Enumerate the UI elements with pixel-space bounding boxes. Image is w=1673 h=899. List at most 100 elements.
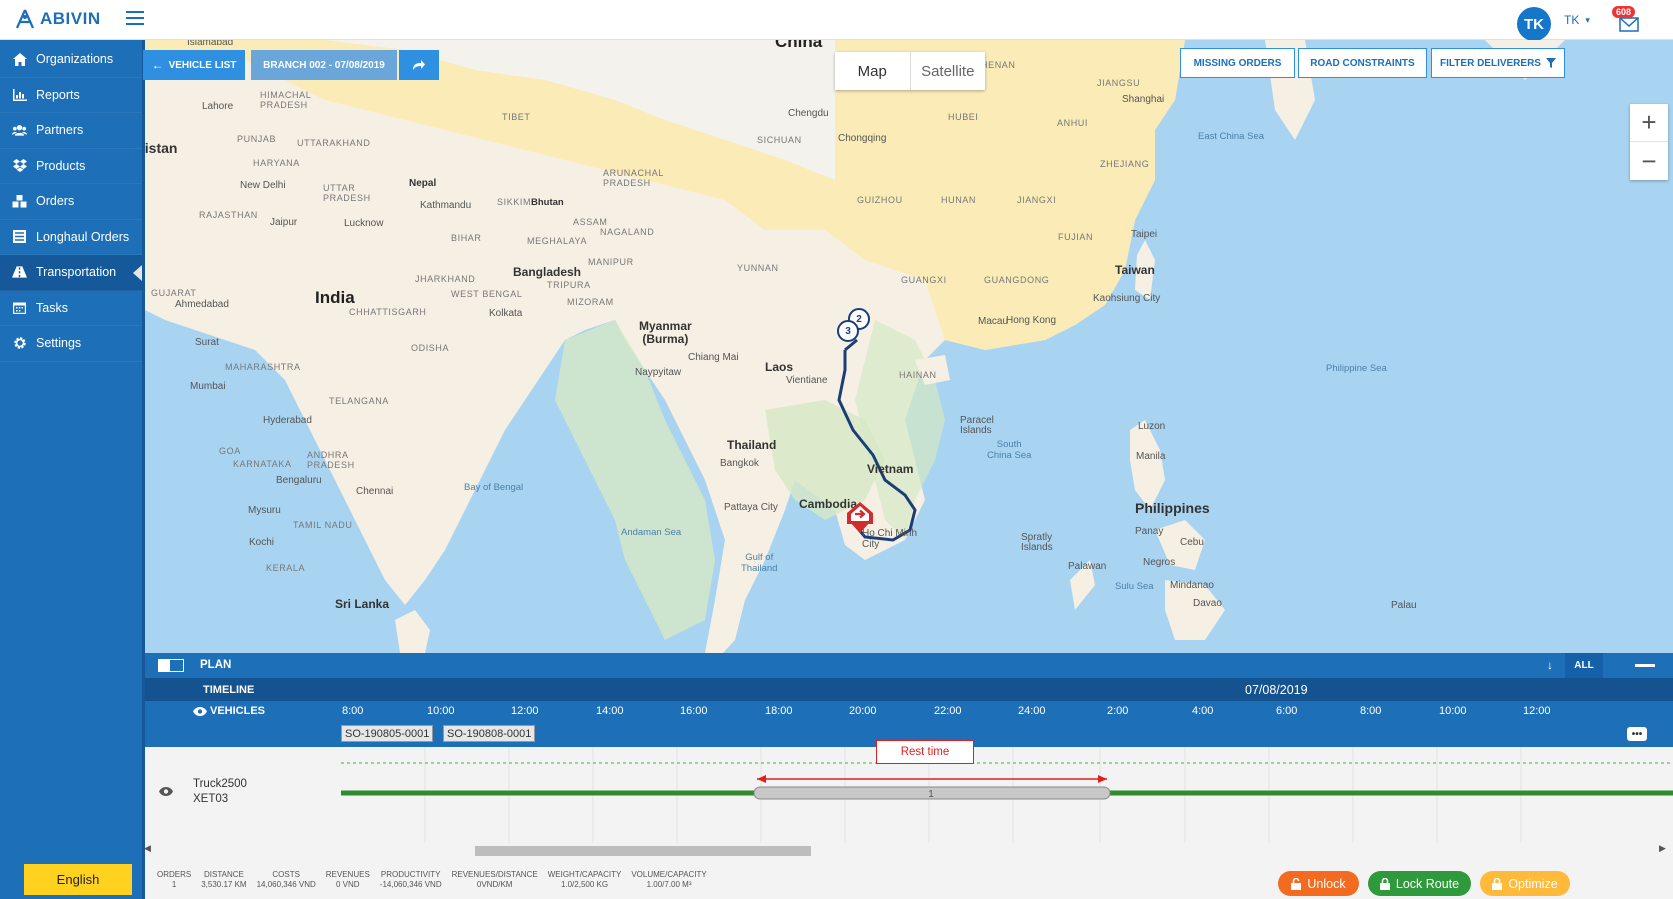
optimize-button[interactable]: Optimize (1480, 871, 1570, 896)
sidebar-item-reports[interactable]: Reports (0, 78, 145, 113)
timeline-hour: 16:00 (680, 705, 708, 717)
map-type-toggle: Map Satellite (835, 52, 985, 90)
timeline-hour: 22:00 (934, 705, 962, 717)
map-city: Mindanao (1170, 580, 1214, 591)
map-city: Kaohsiung City (1093, 293, 1161, 304)
timeline-hour: 14:00 (596, 705, 624, 717)
share-button[interactable] (399, 50, 439, 80)
eye-icon (193, 706, 207, 716)
map-city: Naypyitaw (635, 367, 682, 378)
sidebar-item-orders[interactable]: Orders (0, 184, 145, 220)
avatar[interactable]: TK (1517, 7, 1551, 41)
stat-revenues: REVENUES 0 VND (326, 860, 370, 899)
map-city: Macau (978, 316, 1009, 327)
map-province: GOA (219, 446, 241, 456)
sidebar-item-settings[interactable]: Settings (0, 326, 145, 362)
order-chip[interactable]: SO-190805-0001 (341, 725, 434, 742)
user-menu[interactable]: TK ▾ (1564, 13, 1590, 27)
vehicle-label[interactable]: Truck2500 XET03 (193, 777, 247, 807)
sidebar-item-tasks[interactable]: Tasks (0, 291, 145, 326)
stat-label: WEIGHT/CAPACITY (547, 870, 622, 879)
map-city: Palau (1391, 600, 1417, 611)
sidebar-item-products[interactable]: Products (0, 149, 145, 184)
map-label-india: India (315, 288, 355, 307)
route-stop-marker[interactable]: 3 (837, 320, 859, 342)
lock-route-button[interactable]: Lock Route (1368, 871, 1471, 896)
arrow-down-icon[interactable]: ↓ (1547, 658, 1553, 672)
map-city: Luzon (1138, 421, 1166, 432)
map-city: Cebu (1180, 537, 1204, 548)
branch-selector[interactable]: BRANCH 002 - 07/08/2019 (251, 50, 397, 80)
order-chip[interactable]: SO-190808-0001 (443, 725, 536, 742)
missing-orders-button[interactable]: MISSING ORDERS (1180, 48, 1295, 78)
sidebar-item-transportation[interactable]: Transportation (0, 255, 145, 291)
map-city: Pattaya City (724, 502, 778, 513)
map-city: Lahore (202, 101, 234, 112)
route-index[interactable]: 1 (928, 789, 934, 800)
share-arrow-icon (413, 60, 425, 70)
more-options-icon[interactable]: ••• (1627, 727, 1647, 741)
app-logo[interactable]: ABIVIN (14, 8, 101, 30)
filter-deliverers-button[interactable]: FILTER DELIVERERS (1431, 48, 1565, 78)
map-province: MIZORAM (567, 297, 614, 307)
map-city: Hong Kong (1006, 315, 1057, 326)
map-province: HARYANA (253, 158, 300, 168)
notifications-button[interactable]: 608 (1612, 6, 1642, 36)
unlock-button[interactable]: Unlock (1278, 871, 1359, 896)
depot-pin-icon[interactable] (845, 500, 875, 534)
scrollbar-thumb[interactable] (475, 846, 811, 856)
zoom-in-button[interactable]: + (1630, 104, 1668, 142)
stats-bar: ORDERS 1 DISTANCE 3,530.17 KM COSTS 14,060,… (145, 860, 1275, 899)
sidebar-item-label: Reports (36, 87, 80, 102)
map-province: SICHUAN (757, 135, 802, 145)
sidebar-item-label: Longhaul Orders (36, 229, 130, 244)
stat-orders: ORDERS 1 (157, 860, 191, 899)
language-button[interactable]: English (24, 864, 132, 895)
lock-route-label: Lock Route (1395, 876, 1460, 891)
map-city: Negros (1143, 557, 1176, 568)
timeline-date: 07/08/2019 (1245, 683, 1308, 697)
panel-toggle-icon[interactable] (158, 659, 184, 672)
map-province: ASSAM (573, 217, 608, 227)
map-city: Mumbai (190, 381, 226, 392)
timeline-scrollbar[interactable]: ◀ ▶ (144, 843, 1673, 857)
map-view[interactable]: India China kistan Nepal Bangladesh Bhut… (145, 40, 1673, 653)
vehicles-label-text: VEHICLES (210, 705, 266, 717)
map-city: Kathmandu (420, 200, 472, 211)
vehicles-label: VEHICLES (193, 705, 265, 717)
map-label-laos: Laos (765, 360, 794, 374)
timeline-hour: 8:00 (1360, 705, 1382, 717)
collapse-icon[interactable] (1635, 664, 1655, 667)
eye-icon[interactable] (159, 787, 173, 796)
plan-title: PLAN (200, 659, 232, 671)
scroll-right-icon[interactable]: ▶ (1659, 843, 1666, 854)
zoom-out-button[interactable]: − (1630, 142, 1668, 180)
map-province: GUJARAT (151, 288, 197, 298)
sidebar: Organizations Reports Partners Products … (0, 40, 145, 899)
all-button[interactable]: ALL (1565, 653, 1603, 678)
scroll-left-icon[interactable]: ◀ (144, 843, 151, 854)
map-type-map[interactable]: Map (835, 52, 910, 90)
road-constraints-button[interactable]: ROAD CONSTRAINTS (1298, 48, 1427, 78)
sidebar-item-organizations[interactable]: Organizations (0, 42, 145, 78)
map-city: Davao (1193, 598, 1222, 609)
filter-icon (1545, 58, 1556, 68)
stat-weight-capacity: WEIGHT/CAPACITY 1.0/2,500 KG (548, 860, 622, 899)
menu-toggle-icon[interactable] (126, 11, 144, 25)
map-province: ANHUI (1057, 118, 1089, 128)
map-label-philippines: Philippines (1135, 500, 1210, 516)
map-label-south-china-sea: South China Sea (987, 439, 1032, 461)
map-province: HAINAN (899, 370, 937, 380)
stat-value: 1 (171, 880, 177, 889)
rest-time-label: Rest time (876, 740, 974, 764)
timeline-hour: 12:00 (511, 705, 539, 717)
sidebar-item-partners[interactable]: Partners (0, 113, 145, 149)
vehicle-list-button[interactable]: ← VEHICLE LIST (143, 50, 245, 80)
sidebar-item-longhaul-orders[interactable]: Longhaul Orders (0, 220, 145, 255)
logo-text: ABIVIN (40, 9, 101, 28)
map-type-satellite[interactable]: Satellite (909, 52, 986, 90)
map-city: Bengaluru (276, 475, 322, 486)
map-province: TELANGANA (329, 396, 389, 406)
map-province: JHARKHAND (415, 274, 476, 284)
sidebar-item-label: Tasks (36, 300, 68, 315)
